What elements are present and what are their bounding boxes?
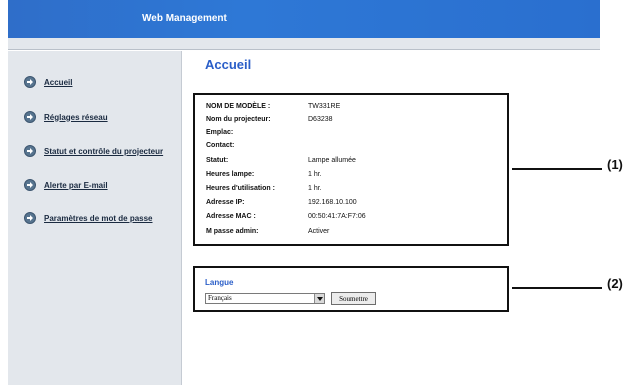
- info-value: Activer: [308, 228, 330, 235]
- info-label: Adresse MAC :: [206, 213, 256, 220]
- header-bar: Web Management: [8, 0, 600, 38]
- arrow-right-icon: [24, 212, 36, 224]
- callout-label-2: (2): [607, 276, 623, 291]
- arrow-right-icon: [24, 111, 36, 123]
- app-title: Web Management: [142, 13, 227, 24]
- info-value: 192.168.10.100: [308, 199, 357, 206]
- info-label: M passe admin:: [206, 228, 259, 235]
- language-selected-value: Français: [208, 294, 232, 302]
- sidebar-item-label[interactable]: Accueil: [44, 78, 72, 87]
- info-value: D63238: [308, 116, 333, 123]
- info-label: Heures d'utilisation :: [206, 185, 275, 192]
- info-value: Lampe allumée: [308, 157, 356, 164]
- sidebar-item-mot-de-passe[interactable]: Paramètres de mot de passe: [24, 212, 153, 224]
- language-panel: Langue Français Soumettre: [193, 266, 509, 312]
- sidebar: Accueil Réglages réseau Statut et contrô…: [8, 51, 182, 385]
- sidebar-item-label[interactable]: Réglages réseau: [44, 113, 108, 122]
- sidebar-item-statut[interactable]: Statut et contrôle du projecteur: [24, 145, 163, 157]
- language-title: Langue: [205, 278, 234, 287]
- arrow-right-icon: [24, 179, 36, 191]
- sidebar-item-label[interactable]: Paramètres de mot de passe: [44, 214, 153, 223]
- arrow-right-icon: [24, 76, 36, 88]
- submit-button[interactable]: Soumettre: [331, 292, 376, 305]
- header-divider-band: [8, 38, 600, 50]
- callout-line-1: [512, 168, 602, 170]
- sidebar-item-label[interactable]: Alerte par E-mail: [44, 181, 108, 190]
- info-label: Adresse IP:: [206, 199, 245, 206]
- sidebar-item-alerte[interactable]: Alerte par E-mail: [24, 179, 108, 191]
- info-value: 00:50:41:7A:F7:06: [308, 213, 366, 220]
- info-label: Heures lampe:: [206, 171, 255, 178]
- language-select[interactable]: Français: [205, 293, 325, 304]
- info-label: Statut:: [206, 157, 229, 164]
- sidebar-item-label[interactable]: Statut et contrôle du projecteur: [44, 147, 163, 156]
- projector-info-panel: NOM DE MODÈLE : TW331RE Nom du projecteu…: [193, 93, 509, 246]
- sidebar-item-reseau[interactable]: Réglages réseau: [24, 111, 108, 123]
- chevron-down-icon[interactable]: [314, 294, 324, 303]
- info-value: 1 hr.: [308, 171, 322, 178]
- arrow-right-icon: [24, 145, 36, 157]
- info-label: Emplac:: [206, 129, 234, 136]
- info-label: NOM DE MODÈLE :: [206, 103, 271, 110]
- callout-label-1: (1): [607, 157, 623, 172]
- page-title: Accueil: [205, 57, 252, 72]
- info-value: TW331RE: [308, 103, 341, 110]
- info-label: Contact:: [206, 142, 235, 149]
- info-label: Nom du projecteur:: [206, 116, 271, 123]
- callout-line-2: [512, 287, 602, 289]
- sidebar-item-accueil[interactable]: Accueil: [24, 76, 72, 88]
- info-value: 1 hr.: [308, 185, 322, 192]
